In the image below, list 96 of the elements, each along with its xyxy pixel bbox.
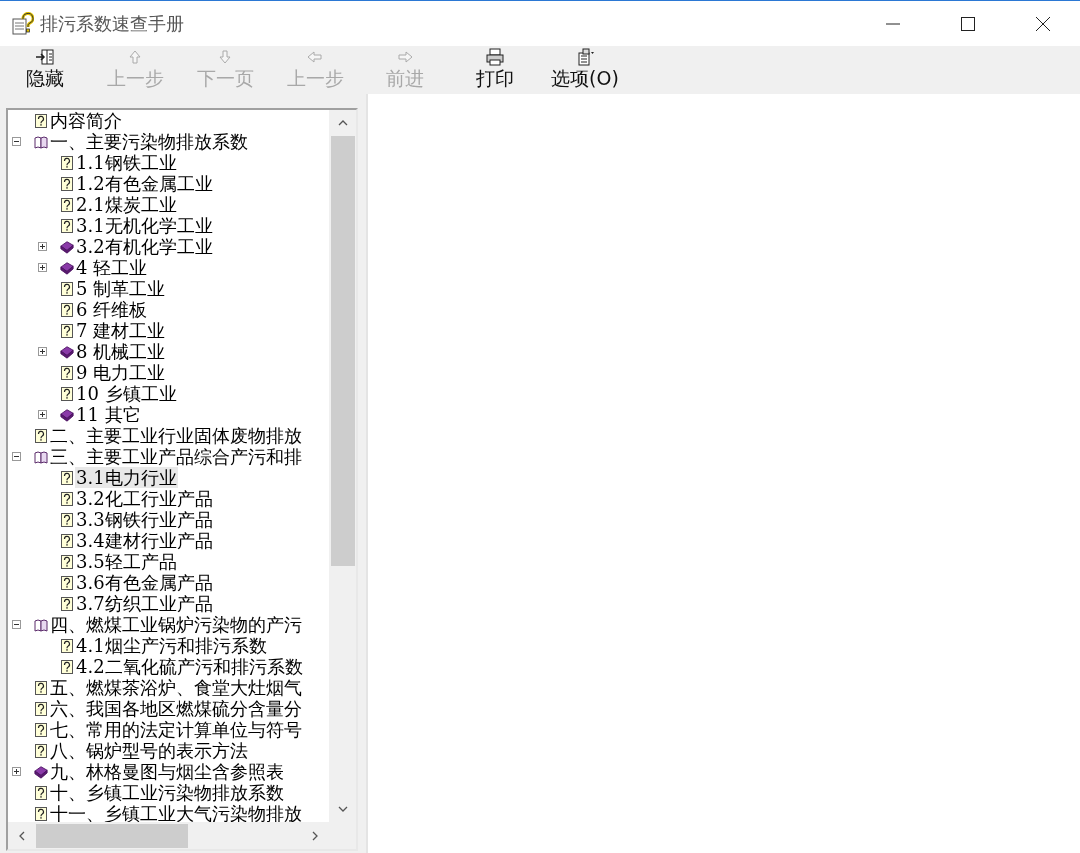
panel-arrow-icon bbox=[35, 48, 55, 66]
help-page-icon bbox=[60, 596, 74, 611]
topic-item[interactable]: 4.1烟尘产污和排污系数 bbox=[75, 635, 268, 656]
left-arrow-icon bbox=[305, 48, 325, 66]
book-icon bbox=[60, 239, 74, 254]
topic-item[interactable]: 十、乡镇工业污染物排放系数 bbox=[49, 782, 285, 803]
topic-item[interactable]: 八、锅炉型号的表示方法 bbox=[49, 740, 249, 761]
help-page-icon bbox=[60, 575, 74, 590]
topic-item[interactable]: 七、常用的法定计算单位与符号 bbox=[49, 719, 303, 740]
scroll-up-icon[interactable] bbox=[337, 120, 348, 126]
expand-icon[interactable] bbox=[38, 347, 47, 356]
topic-item[interactable]: 二、主要工业行业固体废物排放 bbox=[49, 425, 303, 446]
help-page-icon bbox=[60, 155, 74, 170]
book-icon bbox=[60, 260, 74, 275]
topic-item[interactable]: 4 轻工业 bbox=[75, 257, 149, 278]
book-icon bbox=[60, 344, 74, 359]
collapse-icon[interactable] bbox=[12, 137, 21, 146]
help-page-icon bbox=[60, 533, 74, 548]
help-page-icon bbox=[34, 428, 48, 443]
help-page-icon bbox=[60, 512, 74, 527]
topic-item[interactable]: 11 其它 bbox=[75, 404, 142, 425]
help-page-icon bbox=[60, 470, 74, 485]
topic-item[interactable]: 5 制革工业 bbox=[75, 278, 167, 299]
window-title: 排污系数速查手册 bbox=[40, 11, 184, 36]
scroll-right-icon[interactable] bbox=[312, 830, 318, 841]
open-book-icon bbox=[34, 449, 48, 464]
topic-item[interactable]: 6 纤维板 bbox=[75, 299, 149, 320]
help-page-icon bbox=[34, 806, 48, 821]
help-page-icon bbox=[34, 680, 48, 695]
topic-item[interactable]: 一、主要污染物排放系数 bbox=[49, 131, 249, 152]
help-page-icon bbox=[60, 176, 74, 191]
help-page-icon bbox=[60, 491, 74, 506]
help-page-icon bbox=[34, 722, 48, 737]
topic-item[interactable]: 四、燃煤工业锅炉污染物的产污 bbox=[49, 614, 303, 635]
help-page-icon bbox=[60, 218, 74, 233]
topic-item[interactable]: 3.7纺织工业产品 bbox=[75, 593, 214, 614]
topic-item[interactable]: 九、林格曼图与烟尘含参照表 bbox=[49, 761, 285, 782]
expand-icon[interactable] bbox=[12, 767, 21, 776]
collapse-icon[interactable] bbox=[12, 452, 21, 461]
topic-item[interactable]: 1.1钢铁工业 bbox=[75, 152, 178, 173]
scroll-left-icon[interactable] bbox=[19, 830, 25, 841]
book-icon bbox=[60, 407, 74, 422]
help-page-icon bbox=[60, 323, 74, 338]
scroll-thumb[interactable] bbox=[330, 136, 355, 566]
help-page-icon bbox=[60, 302, 74, 317]
toolbar-button[interactable]: 打印 bbox=[450, 46, 540, 94]
help-page-icon bbox=[60, 197, 74, 212]
expand-icon[interactable] bbox=[38, 242, 47, 251]
help-page-icon bbox=[34, 701, 48, 716]
vertical-scrollbar[interactable] bbox=[329, 110, 356, 822]
topic-item[interactable]: 内容简介 bbox=[49, 110, 123, 131]
topic-item[interactable]: 3.3钢铁行业产品 bbox=[75, 509, 214, 530]
topic-item[interactable]: 3.4建材行业产品 bbox=[75, 530, 214, 551]
topic-item[interactable]: 2.1煤炭工业 bbox=[75, 194, 178, 215]
help-file-icon bbox=[12, 11, 34, 36]
topic-item[interactable]: 4.2二氧化硫产污和排污系数 bbox=[75, 656, 304, 677]
topic-item[interactable]: 9 电力工业 bbox=[75, 362, 167, 383]
help-page-icon bbox=[60, 386, 74, 401]
topic-item[interactable]: 三、主要工业产品综合产污和排 bbox=[49, 446, 303, 467]
open-book-icon bbox=[34, 134, 48, 149]
topic-item[interactable]: 十一、乡镇工业大气污染物排放 bbox=[49, 803, 303, 822]
topic-item[interactable]: 3.1电力行业 bbox=[75, 467, 178, 488]
printer-icon bbox=[485, 48, 505, 66]
open-book-icon bbox=[34, 617, 48, 632]
topic-item[interactable]: 五、燃煤茶浴炉、食堂大灶烟气 bbox=[49, 677, 303, 698]
help-page-icon bbox=[34, 743, 48, 758]
help-page-icon bbox=[60, 659, 74, 674]
maximize-icon[interactable] bbox=[960, 15, 976, 32]
document-icon bbox=[575, 48, 595, 66]
help-page-icon bbox=[34, 113, 48, 128]
right-arrow-icon bbox=[395, 48, 415, 66]
help-page-icon bbox=[60, 365, 74, 380]
help-page-icon bbox=[60, 554, 74, 569]
scroll-down-icon[interactable] bbox=[337, 806, 348, 812]
topic-item[interactable]: 1.2有色金属工业 bbox=[75, 173, 214, 194]
expand-icon[interactable] bbox=[38, 410, 47, 419]
scroll-thumb[interactable] bbox=[36, 823, 188, 848]
topic-item[interactable]: 3.2化工行业产品 bbox=[75, 488, 214, 509]
horizontal-scrollbar[interactable] bbox=[8, 822, 329, 849]
toolbar-button[interactable]: 隐藏 bbox=[0, 46, 90, 94]
topic-item[interactable]: 3.2有机化学工业 bbox=[75, 236, 214, 257]
topic-item[interactable]: 3.1无机化学工业 bbox=[75, 215, 214, 236]
topic-item[interactable]: 3.5轻工产品 bbox=[75, 551, 178, 572]
expand-icon[interactable] bbox=[38, 263, 47, 272]
book-icon bbox=[34, 764, 48, 779]
topic-item[interactable]: 六、我国各地区燃煤硫分含量分 bbox=[49, 698, 303, 719]
topic-item[interactable]: 8 机械工业 bbox=[75, 341, 167, 362]
collapse-icon[interactable] bbox=[12, 620, 21, 629]
toolbar-button[interactable]: 选项(O) bbox=[540, 46, 630, 94]
topic-item[interactable]: 10 乡镇工业 bbox=[75, 383, 178, 404]
help-page-icon bbox=[34, 785, 48, 800]
topic-item[interactable]: 7 建材工业 bbox=[75, 320, 167, 341]
topic-item[interactable]: 3.6有色金属产品 bbox=[75, 572, 214, 593]
help-page-icon bbox=[60, 281, 74, 296]
help-page-icon bbox=[60, 638, 74, 653]
close-icon[interactable] bbox=[1035, 15, 1051, 32]
